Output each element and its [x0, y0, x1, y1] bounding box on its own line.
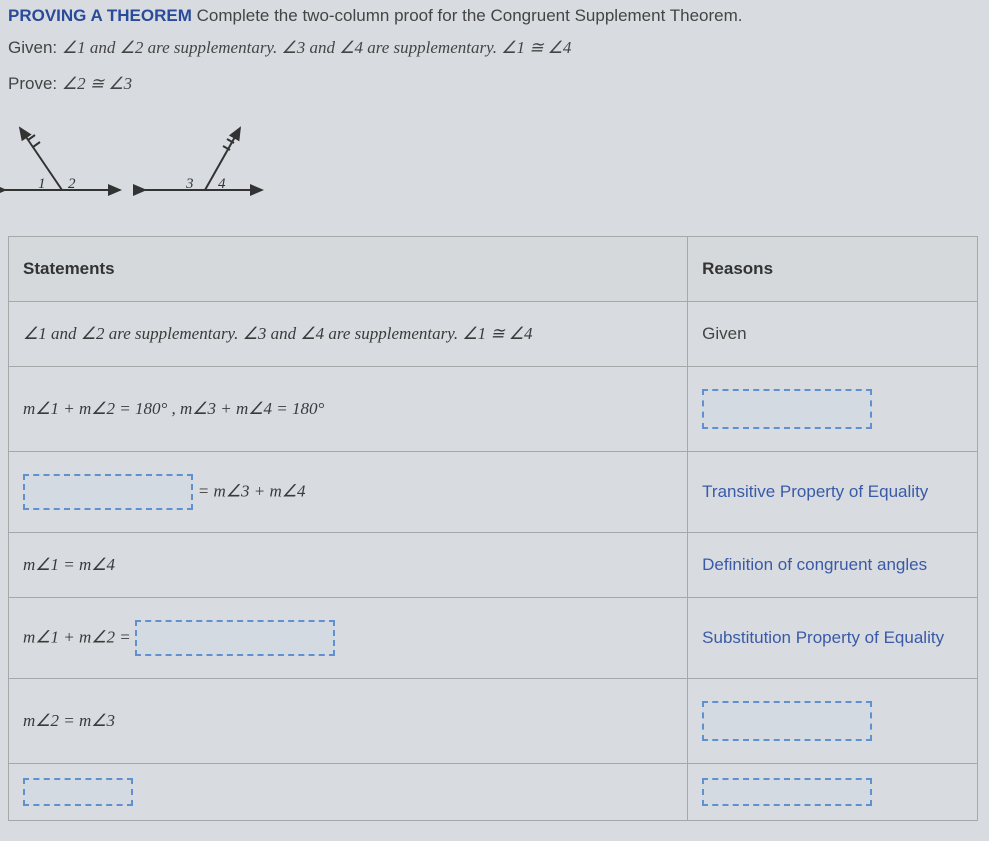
diagram-label-2: 2	[68, 176, 76, 192]
table-row: ∠1 and ∠2 are supplementary. ∠3 and ∠4 a…	[9, 302, 978, 367]
diagram-label-4: 4	[218, 176, 226, 192]
proof-table: Statements Reasons ∠1 and ∠2 are supplem…	[8, 236, 978, 821]
stmt-1: ∠1 and ∠2 are supplementary. ∠3 and ∠4 a…	[23, 324, 533, 343]
given-label: Given:	[8, 38, 57, 57]
diagram-label-1: 1	[38, 176, 46, 192]
blank-reason-7[interactable]	[702, 778, 872, 806]
reason-4: Definition of congruent angles	[688, 533, 978, 598]
header-statements: Statements	[9, 237, 688, 302]
blank-stmt-5[interactable]	[135, 620, 335, 656]
stmt-2: m∠1 + m∠2 = 180° , m∠3 + m∠4 = 180°	[23, 399, 324, 418]
blank-stmt-3[interactable]	[23, 474, 193, 510]
blank-reason-2[interactable]	[702, 389, 872, 429]
table-row: m∠1 + m∠2 = Substitution Property of Equ…	[9, 598, 978, 679]
section-instruction: Complete the two-column proof for the Co…	[197, 6, 743, 25]
section-title: PROVING A THEOREM	[8, 6, 192, 25]
blank-reason-6[interactable]	[702, 701, 872, 741]
header-reasons: Reasons	[688, 237, 978, 302]
stmt-6: m∠2 = m∠3	[23, 711, 115, 730]
prove-text: ∠2 ≅ ∠3	[62, 74, 132, 93]
table-row: m∠1 + m∠2 = 180° , m∠3 + m∠4 = 180°	[9, 367, 978, 452]
reason-5: Substitution Property of Equality	[688, 598, 978, 679]
angle-diagram: 1 2 3 4	[0, 120, 989, 218]
stmt-4: m∠1 = m∠4	[23, 555, 115, 574]
stmt-5-prefix: m∠1 + m∠2 =	[23, 627, 135, 646]
prove-label: Prove:	[8, 74, 57, 93]
blank-stmt-7[interactable]	[23, 778, 133, 806]
table-row: m∠1 = m∠4 Definition of congruent angles	[9, 533, 978, 598]
table-row	[9, 764, 978, 821]
table-row: m∠2 = m∠3	[9, 679, 978, 764]
reason-3: Transitive Property of Equality	[688, 452, 978, 533]
table-row: = m∠3 + m∠4 Transitive Property of Equal…	[9, 452, 978, 533]
reason-1: Given	[688, 302, 978, 367]
stmt-3-suffix: = m∠3 + m∠4	[198, 481, 306, 500]
given-text: ∠1 and ∠2 are supplementary. ∠3 and ∠4 a…	[62, 38, 572, 57]
diagram-label-3: 3	[185, 176, 194, 192]
